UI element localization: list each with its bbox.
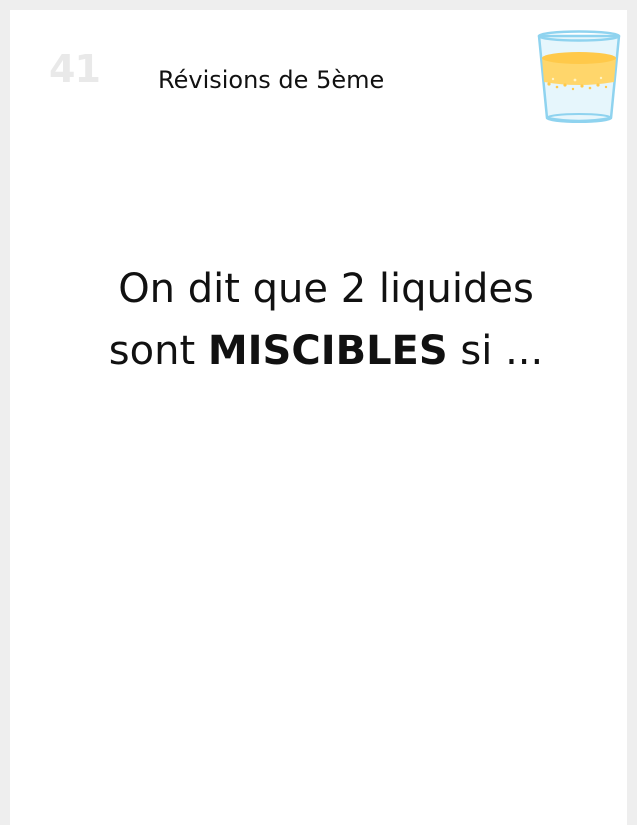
question-line-2-suffix: si ... (447, 328, 544, 374)
glass-liquid-surface (542, 52, 616, 64)
card-number: 41 (49, 47, 101, 91)
glass-of-liquid-icon (537, 30, 621, 123)
question-text: On dit que 2 liquides sont MISCIBLES si … (30, 258, 622, 382)
question-line-1: On dit que 2 liquides (118, 266, 534, 312)
flash-card: 41 Révisions de 5ème On dit que 2 liquid… (10, 10, 627, 825)
question-line-2-prefix: sont (108, 328, 208, 374)
question-keyword: MISCIBLES (207, 328, 448, 374)
card-header-title: Révisions de 5ème (158, 66, 385, 94)
question-line-2: sont MISCIBLES si ... (30, 320, 622, 382)
